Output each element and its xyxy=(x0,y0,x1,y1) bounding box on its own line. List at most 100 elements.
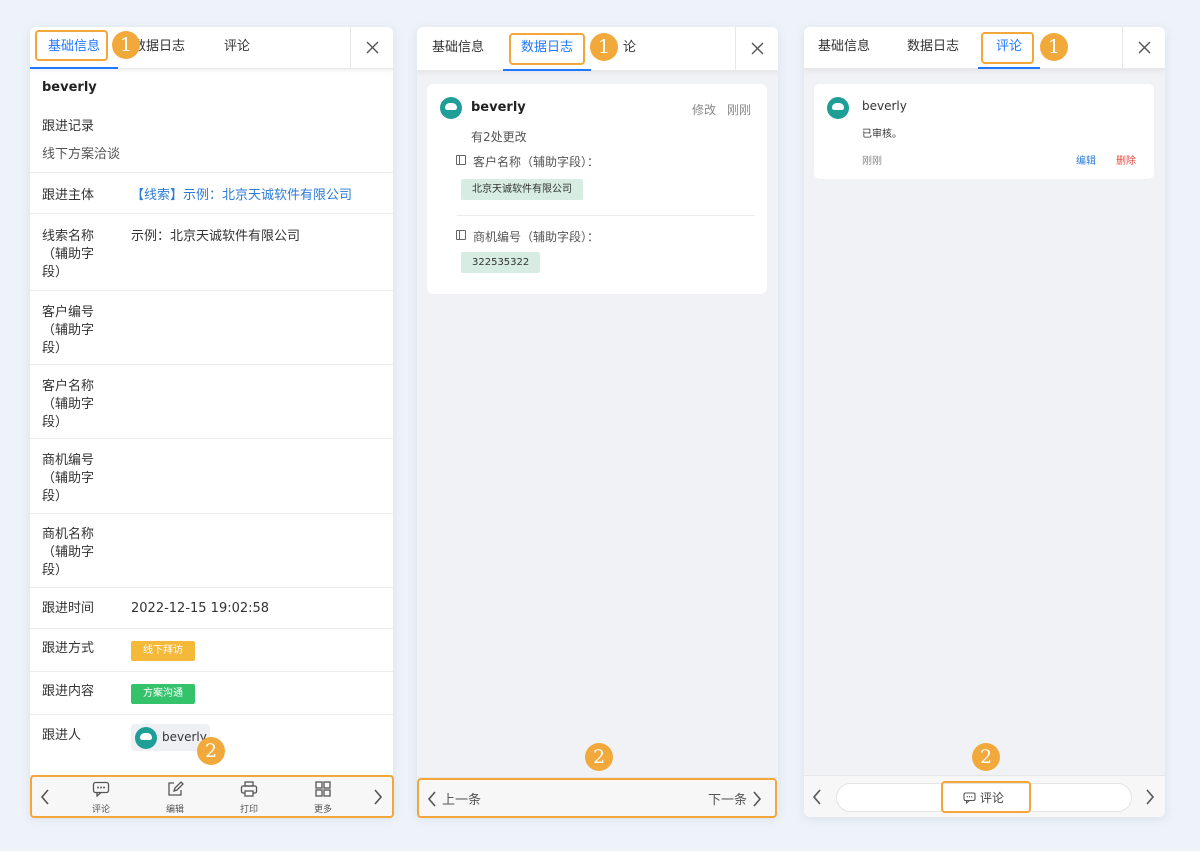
tab-basic-info[interactable]: 基础信息 xyxy=(818,27,870,69)
log-card: beverly 修改 刚刚 有2处更改 客户名称（辅助字段）： 北京天诚软件有限… xyxy=(427,84,767,294)
edit-comment-link[interactable]: 编辑 xyxy=(1076,152,1096,167)
step-badge: 1 xyxy=(590,33,618,61)
prev-button[interactable]: 上一条 xyxy=(427,789,481,808)
field-label: 跟进主体 xyxy=(42,188,95,203)
field-row: 跟进主体 【线索】示例：北京天诚软件有限公司 xyxy=(30,173,393,214)
comment-bar: 评论 xyxy=(804,775,1165,817)
toolbar-label: 更多 xyxy=(313,805,332,815)
comment-icon xyxy=(963,791,976,804)
toolbar-label: 编辑 xyxy=(165,805,184,815)
field-row: 客户名称 （辅助字 段） xyxy=(30,365,393,439)
avatar xyxy=(135,727,157,749)
delete-comment-link[interactable]: 删除 xyxy=(1116,152,1136,167)
field-label: 跟进方式 xyxy=(42,641,95,656)
field-row: 跟进时间 2022-12-15 19:02:58 xyxy=(30,588,393,629)
step-badge: 2 xyxy=(197,737,225,765)
field-icon xyxy=(456,230,466,240)
field-label: 客户编号 （辅助字 段） xyxy=(42,305,95,356)
toolbar-label: 打印 xyxy=(239,805,258,815)
print-button[interactable]: 打印 xyxy=(229,781,269,815)
step-badge: 1 xyxy=(1040,33,1068,61)
content-tag: 方案沟通 xyxy=(131,684,195,704)
close-button[interactable] xyxy=(350,27,393,69)
field-value-tag: 北京天诚软件有限公司 xyxy=(461,179,583,200)
tab-comments[interactable]: 论 xyxy=(623,27,636,71)
close-button[interactable] xyxy=(1122,27,1165,69)
chevron-left-icon[interactable] xyxy=(40,789,50,805)
changed-field: 客户名称（辅助字段）： xyxy=(473,155,600,169)
prev-label: 上一条 xyxy=(442,793,482,808)
chevron-left-icon xyxy=(427,790,436,807)
bottom-toolbar: 评论 编辑 打印 更多 xyxy=(30,775,393,817)
comment-time: 刚刚 xyxy=(862,156,882,167)
record-value: 线下方案洽谈 xyxy=(42,147,121,162)
linked-record-link[interactable]: 【线索】示例：北京天诚软件有限公司 xyxy=(131,187,352,205)
log-action: 修改 xyxy=(692,103,717,117)
toolbar-label: 评论 xyxy=(91,805,110,815)
step-badge: 1 xyxy=(112,31,140,59)
field-label: 跟进内容 xyxy=(42,684,95,699)
close-icon xyxy=(751,42,764,55)
chevron-right-icon xyxy=(753,790,762,807)
field-row: 跟进方式 线下拜访 xyxy=(30,629,393,672)
tab-basic-info[interactable]: 基础信息 xyxy=(432,27,484,71)
next-label: 下一条 xyxy=(708,793,748,808)
chevron-right-icon[interactable] xyxy=(373,789,383,805)
next-button[interactable]: 下一条 xyxy=(708,789,762,808)
print-icon xyxy=(240,781,258,797)
more-button[interactable]: 更多 xyxy=(303,781,343,815)
comment-text: 已审核。 xyxy=(862,129,902,140)
field-icon xyxy=(456,155,466,165)
log-time: 刚刚 xyxy=(727,103,752,117)
field-label: 跟进人 xyxy=(42,728,82,743)
close-icon xyxy=(366,41,379,54)
comment-button[interactable]: 评论 xyxy=(963,789,1004,806)
field-row: 商机编号 （辅助字 段） xyxy=(30,439,393,514)
avatar xyxy=(440,97,462,119)
tab-bar: 基础信息 数据日志 评论 xyxy=(30,27,393,69)
comment-input-bar[interactable]: 评论 xyxy=(836,783,1132,812)
close-button[interactable] xyxy=(735,27,778,71)
chevron-left-icon[interactable] xyxy=(812,789,822,805)
field-row: 客户编号 （辅助字 段） xyxy=(30,291,393,365)
step-badge: 2 xyxy=(585,743,613,771)
tab-bar: 基础信息 数据日志 评论 xyxy=(804,27,1165,69)
edit-button[interactable]: 编辑 xyxy=(155,781,195,815)
log-user: beverly xyxy=(471,100,526,115)
tab-data-log[interactable]: 数据日志 xyxy=(907,27,959,69)
comment-card: beverly 已审核。 刚刚 编辑 删除 xyxy=(814,84,1154,179)
field-value-tag: 322535322 xyxy=(461,252,541,273)
comment-user: beverly xyxy=(862,99,907,113)
avatar xyxy=(827,97,849,119)
field-value: 示例：北京天诚软件有限公司 xyxy=(131,229,301,244)
comment-icon xyxy=(92,781,110,798)
step-badge: 2 xyxy=(972,743,1000,771)
followup-time: 2022-12-15 19:02:58 xyxy=(131,601,270,616)
comment-button-label: 评论 xyxy=(980,791,1005,805)
data-log-panel: 基础信息 数据日志 论 beverly 修改 刚刚 有2处更改 客户名称（辅助字… xyxy=(417,27,778,817)
chevron-right-icon[interactable] xyxy=(1145,789,1155,805)
field-label: 线索名称 （辅助字 段） xyxy=(42,229,95,280)
field-row: 线索名称 （辅助字 段） 示例：北京天诚软件有限公司 xyxy=(30,214,393,291)
edit-icon xyxy=(168,781,184,796)
grid-icon xyxy=(315,781,331,797)
tab-data-log[interactable]: 数据日志 xyxy=(133,27,185,69)
close-icon xyxy=(1138,41,1151,54)
comment-button[interactable]: 评论 xyxy=(81,781,121,815)
change-summary: 有2处更改 xyxy=(471,130,527,144)
tab-data-log[interactable]: 数据日志 xyxy=(503,27,591,71)
comments-panel: 基础信息 数据日志 评论 beverly 已审核。 刚刚 编辑 删除 评论 xyxy=(804,27,1165,817)
field-label: 商机名称 （辅助字 段） xyxy=(42,527,95,578)
tab-comments[interactable]: 评论 xyxy=(978,27,1040,69)
changed-field: 商机编号（辅助字段）： xyxy=(473,230,600,244)
field-row: 商机名称 （辅助字 段） xyxy=(30,514,393,588)
field-row: 跟进内容 方案沟通 xyxy=(30,672,393,715)
tab-basic-info[interactable]: 基础信息 xyxy=(30,27,118,69)
record-label: 跟进记录 xyxy=(42,119,95,134)
divider xyxy=(457,215,755,216)
field-label: 商机编号 （辅助字 段） xyxy=(42,453,95,504)
field-label: 客户名称 （辅助字 段） xyxy=(42,379,95,430)
basic-info-panel: 基础信息 数据日志 评论 beverly 跟进记录 线下方案洽谈 跟进主体 【线… xyxy=(30,27,393,817)
tab-comments[interactable]: 评论 xyxy=(224,27,250,69)
method-tag: 线下拜访 xyxy=(131,641,195,661)
